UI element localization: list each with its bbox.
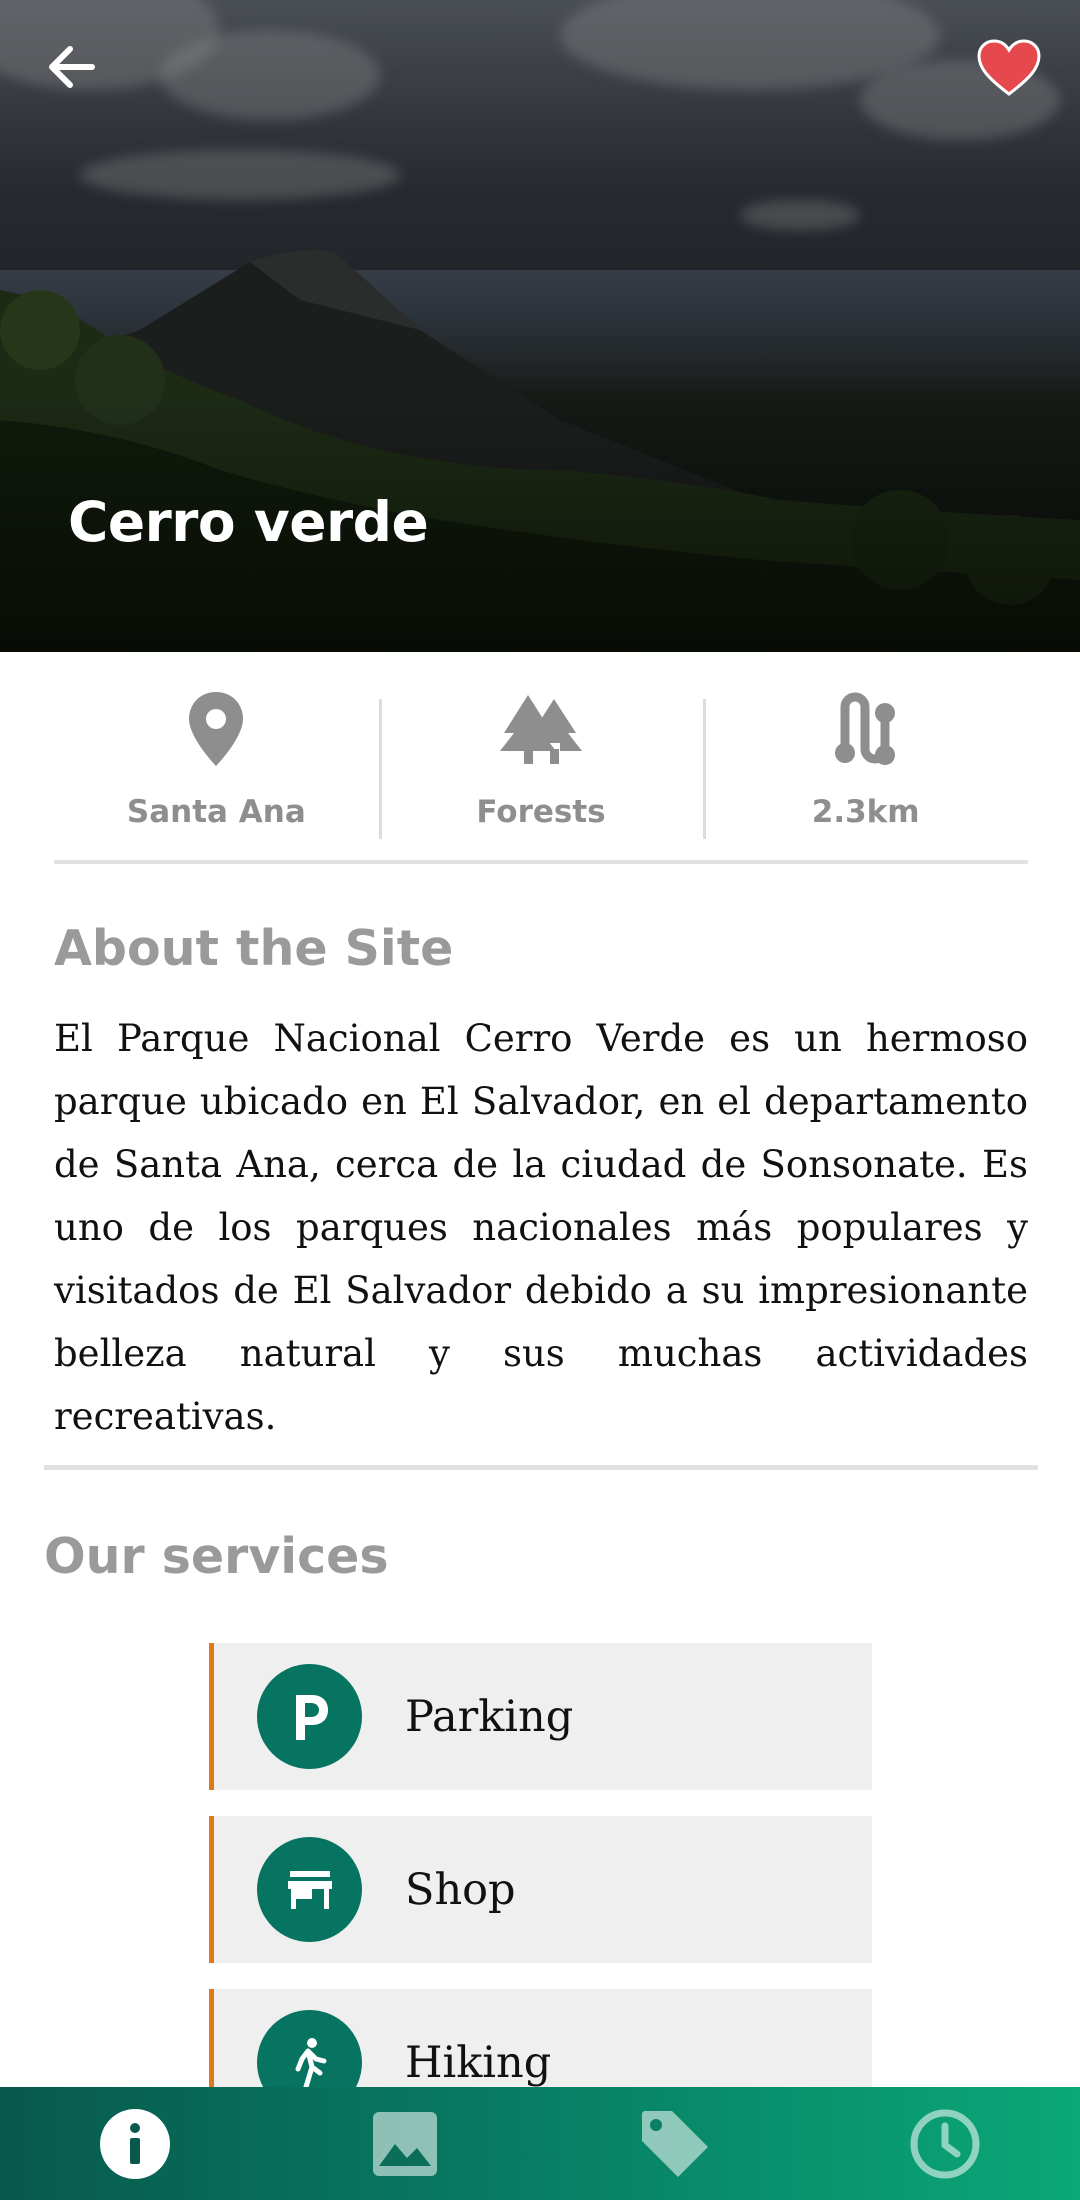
service-label: Hiking — [405, 2037, 552, 2088]
route-icon — [834, 692, 895, 765]
info-distance-label: 2.3km — [811, 794, 920, 830]
info-type-label: Forests — [476, 794, 606, 830]
store-icon — [257, 1837, 362, 1942]
location-pin-icon — [189, 692, 244, 766]
services-title: Our services — [44, 1528, 389, 1585]
about-description: El Parque Nacional Cerro Verde es un her… — [54, 1017, 1028, 1438]
heart-icon — [977, 39, 1041, 96]
service-label: Shop — [405, 1864, 516, 1915]
section-divider — [44, 1465, 1038, 1470]
bottom-nav — [0, 2087, 1080, 2200]
info-location-label: Santa Ana — [126, 794, 306, 830]
info-row: Santa Ana Forests 2.3km — [54, 652, 1028, 864]
nav-tags[interactable] — [540, 2087, 810, 2200]
about-title: About the Site — [54, 920, 454, 977]
image-icon — [373, 2111, 437, 2176]
service-item-shop[interactable]: Shop — [209, 1816, 872, 1963]
hero-image — [0, 0, 1080, 652]
tag-icon — [642, 2110, 708, 2177]
service-label: Parking — [405, 1691, 574, 1742]
trees-icon — [500, 695, 582, 764]
info-location: Santa Ana — [54, 652, 379, 860]
page-title: Cerro verde — [68, 490, 429, 554]
parking-icon — [257, 1664, 362, 1769]
nav-gallery[interactable] — [270, 2087, 540, 2200]
clock-icon — [910, 2109, 980, 2178]
info-icon — [100, 2108, 170, 2179]
nav-schedule[interactable] — [810, 2087, 1080, 2200]
services-list: Parking Shop Hiking — [209, 1643, 872, 2162]
info-distance: 2.3km — [703, 652, 1028, 860]
info-type: Forests — [378, 652, 704, 860]
nav-info[interactable] — [0, 2087, 270, 2200]
favorite-button[interactable] — [970, 32, 1048, 104]
back-button[interactable] — [36, 36, 106, 98]
service-item-parking[interactable]: Parking — [209, 1643, 872, 1790]
arrow-left-icon — [49, 46, 95, 88]
